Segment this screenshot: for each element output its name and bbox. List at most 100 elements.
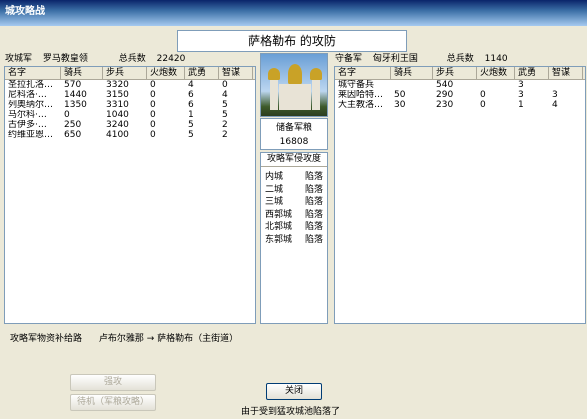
progress-item: 北郭城 陷落 <box>261 221 327 234</box>
progress-state: 陷落 <box>304 172 323 182</box>
supply-route: 攻略军物资补给路 卢布尔雅那 → 萨格勒布（主街道） <box>10 331 252 344</box>
progress-state: 陷落 <box>304 197 323 208</box>
table-row[interactable]: 大主教洛… 30 230 0 1 4 <box>335 100 585 110</box>
defender-table-header: 名字 骑兵 步兵 火炮数 武勇 智谋 <box>335 67 585 80</box>
table-cell: 1 <box>188 110 194 120</box>
defender-side-label: 守备军 <box>335 54 363 64</box>
wait-button[interactable]: 待机（军粮攻略） <box>70 394 156 411</box>
castle-tower <box>270 78 278 110</box>
attacker-table[interactable]: 名字 骑兵 步兵 火炮数 武勇 智谋 圣拉扎洛… 570 3320 0 4 0 尼科洛·… 1… <box>4 66 256 324</box>
table-cell: 1350 <box>64 100 87 110</box>
castle-dome <box>310 68 322 80</box>
table-row[interactable]: 列奥纳尔… 1350 3310 0 6 5 <box>5 100 255 110</box>
table-cell: 约维亚恩… <box>8 130 54 140</box>
defender-total: 1140 <box>484 54 508 64</box>
table-row[interactable]: 马尔科·… 0 1040 0 1 5 <box>5 110 255 120</box>
supply-label: 攻略军物资补给路 <box>10 334 83 344</box>
table-cell: 50 <box>394 90 406 100</box>
table-cell: 0 <box>150 130 156 140</box>
attacker-side-label: 攻城军 <box>5 54 33 64</box>
table-cell: 4 <box>188 80 194 90</box>
table-cell: 540 <box>436 80 454 90</box>
supply-route-text: 卢布尔雅那 → 萨格勒布（主街道） <box>98 334 239 344</box>
table-cell <box>477 80 515 90</box>
status-text: 由于受到猛攻城池陷落了 <box>241 407 341 417</box>
table-row[interactable]: 城守备兵 540 3 <box>335 80 585 90</box>
col-infantry[interactable]: 步兵 <box>433 67 477 79</box>
table-row[interactable]: 古伊多·… 250 3240 0 5 2 <box>5 120 255 130</box>
col-cavalry[interactable]: 骑兵 <box>391 67 433 79</box>
progress-state: 陷落 <box>304 209 323 220</box>
table-cell: 570 <box>64 80 82 90</box>
col-valor[interactable]: 武勇 <box>185 67 219 79</box>
table-row[interactable]: 圣拉扎洛… 570 3320 0 4 0 <box>5 80 255 90</box>
attacker-total: 22420 <box>156 54 186 64</box>
progress-item: 三城 陷落 <box>261 196 327 209</box>
defender-commander: 匈牙利王国 <box>372 54 418 64</box>
castle-body <box>279 84 311 110</box>
table-cell: 0 <box>480 90 486 100</box>
defender-info: 守备军 匈牙利王国 总兵数 1140 <box>335 53 516 65</box>
siege-heading: 萨格勒布 的攻防 <box>177 30 407 52</box>
table-cell: 1 <box>518 100 524 110</box>
table-cell <box>391 80 433 90</box>
defender-table-body: 城守备兵 540 3 莱因哈特… 50 290 0 3 3 大主教洛… 30 230 0 1 4 <box>335 80 585 110</box>
table-cell: 250 <box>64 120 82 130</box>
progress-state: 陷落 <box>304 184 323 195</box>
col-cannons[interactable]: 火炮数 <box>147 67 185 79</box>
col-cannons[interactable]: 火炮数 <box>477 67 515 79</box>
col-infantry[interactable]: 步兵 <box>103 67 147 79</box>
table-cell: 圣拉扎洛… <box>8 80 54 90</box>
window-titlebar: 城攻略战 <box>0 0 587 26</box>
attacker-info: 攻城军 罗马教皇领 总兵数 22420 <box>5 53 193 65</box>
progress-state: 陷落 <box>304 234 323 245</box>
progress-area: 北郭城 <box>265 222 293 233</box>
table-cell: 290 <box>436 90 454 100</box>
close-button[interactable]: 关闭 <box>266 383 322 400</box>
table-row[interactable]: 尼科洛·… 1440 3150 0 6 4 <box>5 90 255 100</box>
table-row[interactable]: 约维亚恩… 650 4100 0 5 2 <box>5 130 255 140</box>
table-cell: 4100 <box>106 130 129 140</box>
table-cell: 0 <box>480 100 486 110</box>
table-cell: 3150 <box>106 90 129 100</box>
table-cell: 5 <box>188 120 194 130</box>
defender-total-label: 总兵数 <box>446 54 474 64</box>
table-cell: 3 <box>518 80 524 90</box>
castle-tower <box>312 78 320 110</box>
castle-dome <box>268 68 280 80</box>
table-cell: 650 <box>64 130 82 140</box>
progress-item: 内城 陷落 <box>261 171 327 184</box>
table-cell: 6 <box>188 100 194 110</box>
col-valor[interactable]: 武勇 <box>515 67 549 79</box>
table-cell <box>549 80 583 90</box>
table-cell: 3 <box>518 90 524 100</box>
table-cell: 古伊多·… <box>8 120 47 130</box>
col-cavalry[interactable]: 骑兵 <box>61 67 103 79</box>
castle-dome <box>288 64 302 84</box>
window-title: 城攻略战 <box>5 6 45 17</box>
col-name[interactable]: 名字 <box>5 67 61 79</box>
defender-table[interactable]: 名字 骑兵 步兵 火炮数 武勇 智谋 城守备兵 540 3 莱因哈特… 50 290 0 3 3… <box>334 66 586 324</box>
reserve-box: 储备军粮 16808 <box>260 118 328 150</box>
attacker-commander: 罗马教皇领 <box>42 54 88 64</box>
reserve-label: 储备军粮 <box>275 123 312 133</box>
progress-state: 陷落 <box>304 222 323 233</box>
assault-button[interactable]: 强攻 <box>70 374 156 391</box>
table-cell: 3310 <box>106 100 129 110</box>
table-cell: 1040 <box>106 110 129 120</box>
progress-item: 西郭城 陷落 <box>261 209 327 222</box>
progress-area: 东郭城 <box>265 234 293 245</box>
col-wisdom[interactable]: 智谋 <box>549 67 583 79</box>
table-row[interactable]: 莱因哈特… 50 290 0 3 3 <box>335 90 585 100</box>
table-cell: 0 <box>222 80 228 90</box>
progress-area: 西郭城 <box>265 209 293 220</box>
table-cell: 4 <box>552 100 558 110</box>
table-cell: 0 <box>64 110 70 120</box>
table-cell: 230 <box>436 100 454 110</box>
table-cell: 马尔科·… <box>8 110 47 120</box>
progress-title: 攻略军侵攻度 <box>261 153 327 167</box>
table-cell: 0 <box>150 120 156 130</box>
attacker-table-body: 圣拉扎洛… 570 3320 0 4 0 尼科洛·… 1440 3150 0 6 4 列奥纳尔… 1350… <box>5 80 255 140</box>
col-wisdom[interactable]: 智谋 <box>219 67 253 79</box>
col-name[interactable]: 名字 <box>335 67 391 79</box>
